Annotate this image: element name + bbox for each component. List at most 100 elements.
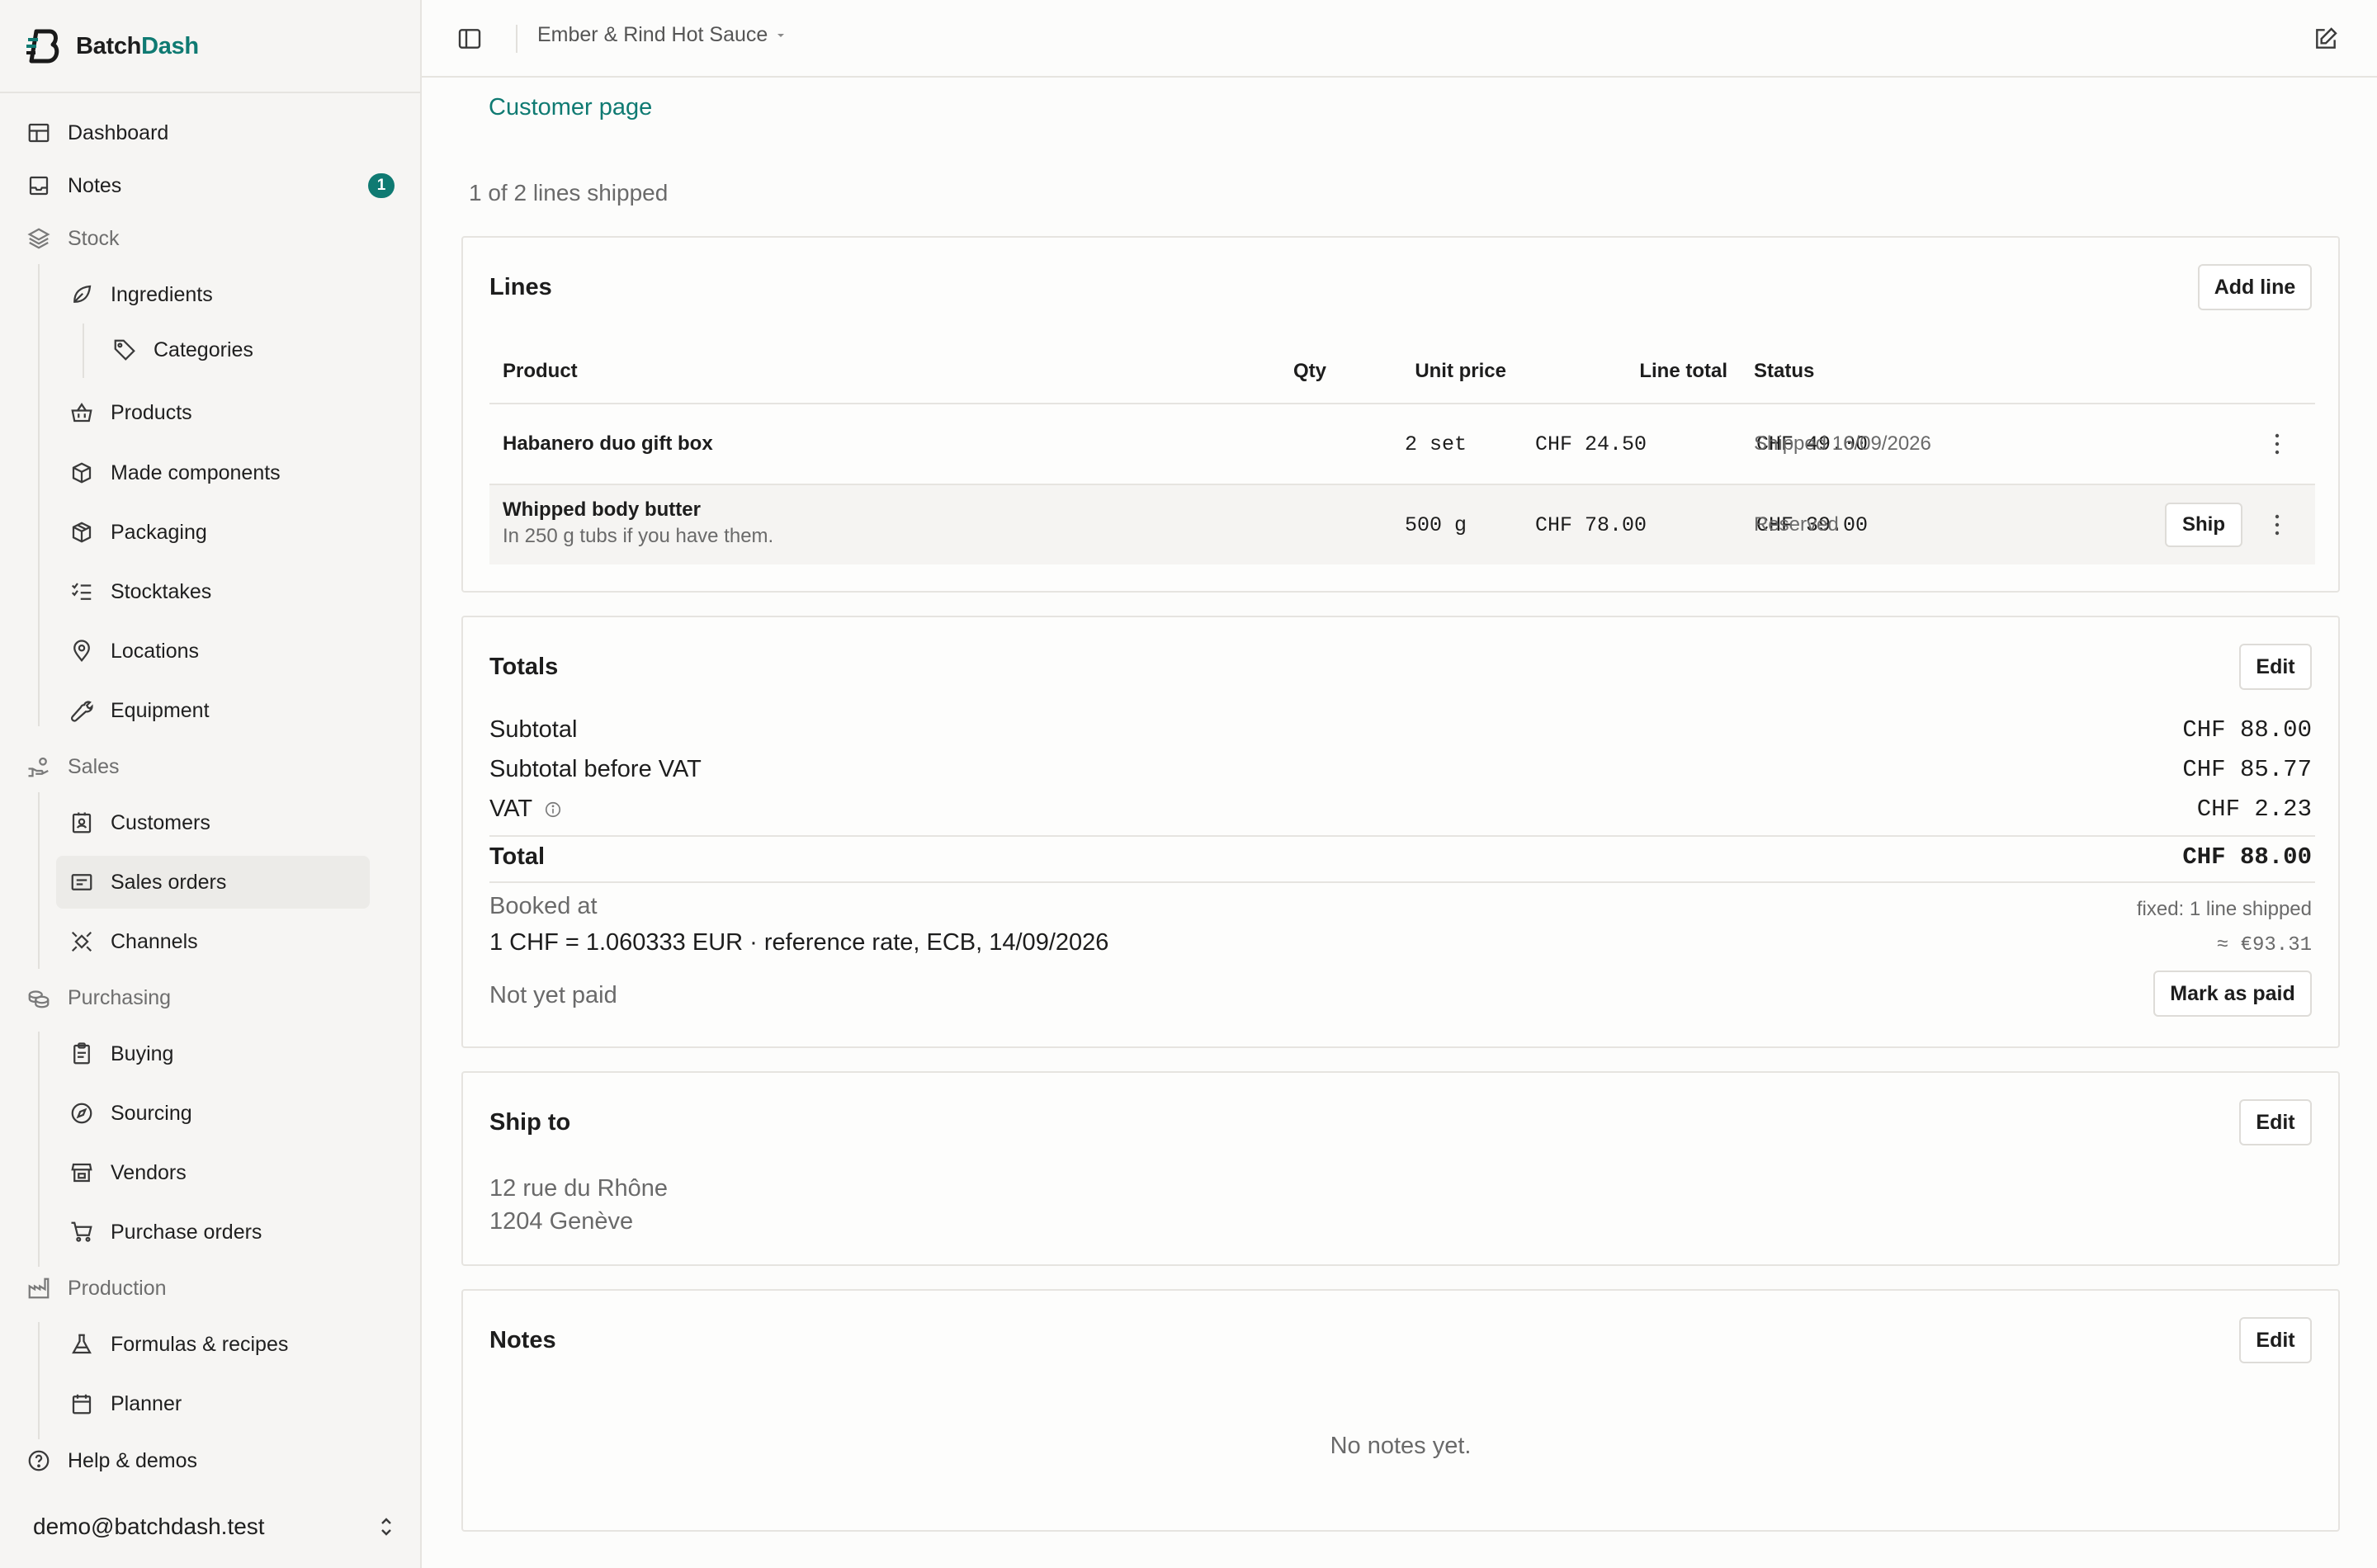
sidebar-item-label: Products xyxy=(111,400,192,424)
col-status: Status xyxy=(1754,360,1815,382)
sidebar-item-ingredients[interactable]: Ingredients xyxy=(69,268,370,321)
sidebar-item-label: Stock xyxy=(68,226,120,250)
workspace-switcher[interactable]: Ember & Rind Hot Sauce xyxy=(537,23,786,47)
package-icon xyxy=(72,522,92,543)
sidebar-section-stock[interactable]: Stock xyxy=(26,212,395,265)
sidebar-item-label: Customers xyxy=(111,810,210,834)
factory-icon xyxy=(28,1278,50,1299)
more-vertical-icon[interactable] xyxy=(2274,432,2280,456)
add-line-button[interactable]: Add line xyxy=(2198,264,2312,310)
vat-value: CHF 2.23 xyxy=(2196,796,2312,823)
map-pin-icon xyxy=(73,640,90,663)
brand[interactable]: BatchDash xyxy=(26,25,199,68)
top-bar: Ember & Rind Hot Sauce xyxy=(422,0,2377,78)
status: Reserved xyxy=(1754,513,1839,536)
product-name: Habanero duo gift box xyxy=(503,432,713,455)
notes-empty-state: No notes yet. xyxy=(1330,1433,1472,1459)
sidebar-item-label: Production xyxy=(68,1276,167,1300)
tree-line xyxy=(38,264,40,726)
total-value: CHF 88.00 xyxy=(2182,843,2312,871)
customer-page-link[interactable]: Customer page xyxy=(489,94,652,121)
totals-card: Totals Edit Subtotal CHF 88.00 Subtotal … xyxy=(461,616,2340,1048)
sidebar-item-label: Planner xyxy=(111,1391,182,1415)
sidebar-section-production[interactable]: Production xyxy=(26,1262,395,1315)
qty: 500 g xyxy=(1404,513,1467,537)
sidebar-item-notes[interactable]: Notes 1 xyxy=(26,159,395,212)
satellite-icon xyxy=(71,931,92,952)
sidebar-item-buying[interactable]: Buying xyxy=(69,1027,370,1080)
user-menu[interactable]: demo@batchdash.test xyxy=(33,1502,396,1551)
mark-as-paid-button[interactable]: Mark as paid xyxy=(2153,971,2312,1017)
more-vertical-icon[interactable] xyxy=(2274,512,2280,537)
compass-icon xyxy=(71,1103,92,1124)
sidebar-item-locations[interactable]: Locations xyxy=(69,625,370,678)
col-unit-price: Unit price xyxy=(1415,360,1506,382)
ship-button[interactable]: Ship xyxy=(2165,503,2242,547)
wrench-icon xyxy=(71,701,93,722)
info-icon[interactable] xyxy=(544,801,562,819)
lines-card: Lines Add line Product Qty Unit price Li… xyxy=(461,236,2340,593)
unit-price: CHF 78.00 xyxy=(1534,513,1647,537)
sidebar-section-purchasing[interactable]: Purchasing xyxy=(26,971,395,1024)
app-name: BatchDash xyxy=(76,32,199,59)
notes-count-badge: 1 xyxy=(368,173,395,198)
vat-label: VAT xyxy=(489,796,562,823)
table-row[interactable]: Whipped body butter In 250 g tubs if you… xyxy=(489,485,2315,564)
notes-card: Notes Edit No notes yet. xyxy=(461,1289,2340,1532)
batchdash-logo-icon xyxy=(26,28,63,64)
hand-coins-icon xyxy=(28,757,49,777)
sidebar-section-sales[interactable]: Sales xyxy=(26,740,395,793)
sidebar-item-formulas[interactable]: Formulas & recipes xyxy=(69,1318,370,1371)
sidebar-item-label: Sales orders xyxy=(111,870,227,894)
edit-ship-to-button[interactable]: Edit xyxy=(2239,1099,2312,1145)
line-note: In 250 g tubs if you have them. xyxy=(503,525,774,547)
sidebar-item-categories[interactable]: Categories xyxy=(112,324,368,376)
dashboard-icon xyxy=(28,123,50,143)
caret-down-icon xyxy=(777,33,785,37)
edit-totals-button[interactable]: Edit xyxy=(2239,644,2312,690)
qty: 2 set xyxy=(1404,432,1467,456)
subtotal-before-vat-value: CHF 85.77 xyxy=(2182,756,2312,783)
receipt-icon xyxy=(71,874,92,890)
sidebar-toggle-icon[interactable] xyxy=(456,26,483,52)
sidebar-item-sourcing[interactable]: Sourcing xyxy=(69,1087,370,1140)
sidebar-item-stocktakes[interactable]: Stocktakes xyxy=(69,565,370,618)
edit-notes-button[interactable]: Edit xyxy=(2239,1317,2312,1363)
sidebar-item-label: Sales xyxy=(68,754,120,778)
sidebar-item-label: Notes xyxy=(68,173,122,197)
main-content: Customer page 1 of 2 lines shipped Lines… xyxy=(422,78,2377,1568)
tree-line xyxy=(38,1032,40,1267)
sidebar-item-label: Purchase orders xyxy=(111,1220,262,1244)
exchange-rate: 1 CHF = 1.060333 EUR · reference rate, E… xyxy=(489,929,1109,956)
sidebar-item-purchase-orders[interactable]: Purchase orders xyxy=(69,1206,370,1259)
sidebar-item-products[interactable]: Products xyxy=(69,386,370,439)
booked-label: Booked at xyxy=(489,893,598,919)
address-line-1: 12 rue du Rhône xyxy=(489,1175,669,1202)
sidebar-item-vendors[interactable]: Vendors xyxy=(69,1146,370,1199)
divider xyxy=(516,25,517,53)
notes-title: Notes xyxy=(489,1327,556,1353)
sidebar-item-customers[interactable]: Customers xyxy=(69,796,370,849)
store-icon xyxy=(71,1163,92,1183)
coins-icon xyxy=(28,990,50,1008)
sidebar-item-made-components[interactable]: Made components xyxy=(69,446,370,499)
sidebar-item-equipment[interactable]: Equipment xyxy=(69,684,370,737)
subtotal-before-vat-label: Subtotal before VAT xyxy=(489,756,702,782)
tree-line xyxy=(83,324,84,378)
chevrons-up-down-icon xyxy=(381,1518,391,1536)
sidebar-item-planner[interactable]: Planner xyxy=(69,1377,370,1430)
sidebar-item-help[interactable]: Help & demos xyxy=(26,1434,395,1487)
sidebar-item-sales-orders[interactable]: Sales orders xyxy=(56,856,370,909)
col-product: Product xyxy=(503,360,578,382)
leaf-icon xyxy=(73,285,92,303)
sidebar-item-packaging[interactable]: Packaging xyxy=(69,506,370,559)
edit-icon[interactable] xyxy=(2313,26,2339,52)
sidebar: BatchDash Dashboard Notes 1 Stock Ingred… xyxy=(0,0,422,1568)
table-row[interactable]: Habanero duo gift box 2 set CHF 24.50 CH… xyxy=(489,404,2315,484)
vat-label-text: VAT xyxy=(489,796,533,822)
sidebar-item-channels[interactable]: Channels xyxy=(69,915,370,968)
subtotal-label: Subtotal xyxy=(489,716,578,743)
sidebar-item-label: Help & demos xyxy=(68,1448,198,1472)
sidebar-item-dashboard[interactable]: Dashboard xyxy=(26,106,395,159)
workspace-name: Ember & Rind Hot Sauce xyxy=(537,23,768,46)
